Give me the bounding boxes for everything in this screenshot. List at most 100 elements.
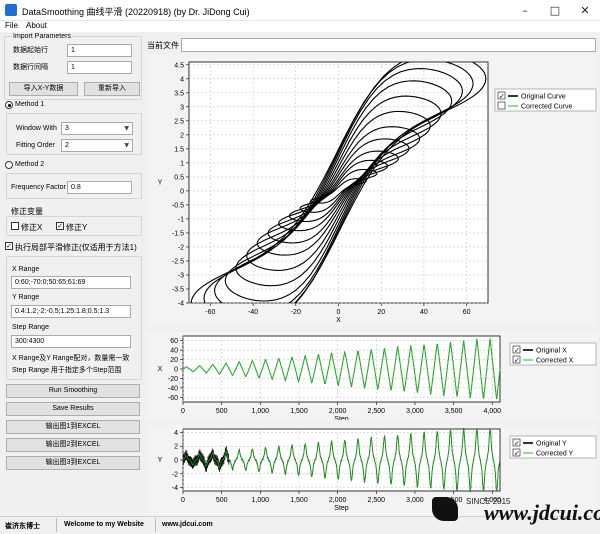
x-tick-label: 60 <box>463 309 471 316</box>
reimport-button[interactable]: 重新导入 <box>84 82 140 96</box>
status-divider <box>155 518 156 532</box>
correct-y-checkbox[interactable]: ✓ <box>56 222 64 230</box>
chevron-down-icon: ▼ <box>124 125 129 132</box>
window-width-label: Window With <box>16 125 57 132</box>
row-interval-label: 数据行间隔 <box>13 64 48 71</box>
x-axis-label: X <box>336 317 341 324</box>
y-tick-label: -2.5 <box>172 258 184 265</box>
row-interval-input[interactable]: 1 <box>67 61 132 74</box>
legend-label: Original Curve <box>521 94 566 101</box>
y-tick-label: -3 <box>178 272 184 279</box>
menu-file[interactable]: File <box>5 21 18 30</box>
legend-label: Original X <box>536 348 567 355</box>
method2-radio[interactable] <box>5 161 13 169</box>
x-axis-label: Step <box>334 416 349 420</box>
x-tick-label: 4,000 <box>484 408 502 415</box>
correct-x-label: 修正X <box>21 223 43 232</box>
y-tick-label: -4 <box>172 485 178 492</box>
checkmark-icon: ✓ <box>514 348 520 355</box>
y-tick-label: 60 <box>170 338 178 345</box>
current-file-label: 当前文件 <box>147 41 179 50</box>
y-tick-label: 2.5 <box>174 118 184 125</box>
y-tick-label: 4 <box>180 76 184 83</box>
y-tick-label: 0 <box>174 367 178 374</box>
method1-radio[interactable] <box>5 101 13 109</box>
legend-label: Corrected X <box>536 358 574 365</box>
local-smoothing-label: 执行局部平滑修正(仅适用于方法1) <box>15 243 137 252</box>
y-tick-label: -20 <box>168 376 178 383</box>
y-tick-label: -4 <box>178 301 184 308</box>
jdcui-logo <box>432 497 458 521</box>
y-tick-label: -3.5 <box>172 286 184 293</box>
x-tick-label: 0 <box>181 497 185 504</box>
y-tick-label: 0.5 <box>174 174 184 181</box>
status-url[interactable]: www.jdcui.com <box>162 521 213 528</box>
status-welcome: Welcome to my Website <box>64 521 144 528</box>
range-note-2: Step Range 用于指定多个Step范围 <box>12 367 122 374</box>
correct-x-checkbox[interactable] <box>11 222 19 230</box>
x-tick-label: -40 <box>248 309 258 316</box>
y-tick-label: -2 <box>178 244 184 251</box>
x-tick-label: 2,500 <box>368 408 386 415</box>
y-tick-label: -1.5 <box>172 230 184 237</box>
y-tick-label: 1.5 <box>174 146 184 153</box>
window-title: DataSmoothing 曲线平滑 (20220918) (by Dr. Ji… <box>22 7 250 17</box>
watermark-site: www.jdcui.com <box>484 500 600 525</box>
x-tick-label: 2,000 <box>329 408 347 415</box>
x-tick-label: 0 <box>181 408 185 415</box>
close-icon[interactable]: ✕ <box>570 0 600 21</box>
y-tick-label: -60 <box>168 395 178 402</box>
hysteresis-chart: -60 -40 -20 0 20 40 60 4.5 4 3.5 3 2.5 2 1.5 1 0.5 0 -0.5… <box>146 55 598 327</box>
y-tick-label: 20 <box>170 357 178 364</box>
y-tick-label: 4.5 <box>174 62 184 69</box>
y-tick-label: 2 <box>180 132 184 139</box>
local-smoothing-checkbox[interactable]: ✓ <box>5 242 13 250</box>
legend-label: Corrected Y <box>536 451 574 458</box>
window-width-select[interactable]: 3 ▼ <box>61 122 133 135</box>
x-tick-label: 1,000 <box>252 408 270 415</box>
save-results-button[interactable]: Save Results <box>6 402 140 416</box>
y-axis-label: Y <box>158 457 163 464</box>
export-chart3-button[interactable]: 输出图3到EXCEL <box>6 456 140 470</box>
import-xy-button[interactable]: 导入X-Y数据 <box>9 82 78 96</box>
y-tick-label: 3 <box>180 104 184 111</box>
method1-label: Method 1 <box>15 101 45 108</box>
x-tick-label: 3,000 <box>406 408 424 415</box>
y-tick-label: -1 <box>178 216 184 223</box>
x-tick-label: 3,500 <box>445 408 463 415</box>
menu-about[interactable]: About <box>26 21 47 30</box>
y-tick-label: -2 <box>172 471 178 478</box>
x-tick-label: -20 <box>291 309 301 316</box>
checkmark-icon: ✓ <box>514 441 520 448</box>
method2-label: Method 2 <box>15 161 45 168</box>
run-smoothing-button[interactable]: Run Smoothing <box>6 384 140 398</box>
legend-label: Corrected Curve <box>521 104 572 111</box>
x-range-input[interactable]: 0:60;-70:0;50:65;61:69 <box>11 276 131 289</box>
y-tick-label: 1 <box>180 160 184 167</box>
x-tick-label: 0 <box>337 309 341 316</box>
maximize-icon[interactable]: □ <box>540 0 570 21</box>
fitting-order-select[interactable]: 2 ▼ <box>61 139 133 152</box>
export-chart2-button[interactable]: 输出图2到EXCEL <box>6 438 140 452</box>
y-tick-label: 40 <box>170 348 178 355</box>
checkmark-icon: ✓ <box>514 451 520 458</box>
step-range-input[interactable]: 300:4300 <box>11 335 131 348</box>
y-tick-label: 3.5 <box>174 90 184 97</box>
export-chart1-button[interactable]: 输出图1到EXCEL <box>6 420 140 434</box>
current-file-field[interactable] <box>181 38 596 52</box>
frequency-factor-input[interactable]: 0.8 <box>67 181 132 194</box>
y-range-label: Y Range <box>12 294 40 301</box>
y-range-input[interactable]: 0.4:1.2;-2:-0.5;1.25:1.8;0.5:1.3 <box>11 305 131 318</box>
x-tick-label: 3,000 <box>406 497 424 504</box>
y-tick-label: -40 <box>168 385 178 392</box>
fitting-order-value: 2 <box>65 142 69 149</box>
x-tick-label: 1,500 <box>290 408 308 415</box>
x-tick-label: 2,500 <box>368 497 386 504</box>
status-author: 崔济东博士 <box>5 523 40 530</box>
frequency-factor-label: Frequency Factor <box>11 184 66 191</box>
import-group-title: Import Parameters <box>12 33 72 40</box>
minimize-icon[interactable]: – <box>510 0 540 21</box>
x-tick-label: 500 <box>216 497 228 504</box>
start-row-input[interactable]: 1 <box>67 44 132 57</box>
x-tick-label: -60 <box>205 309 215 316</box>
